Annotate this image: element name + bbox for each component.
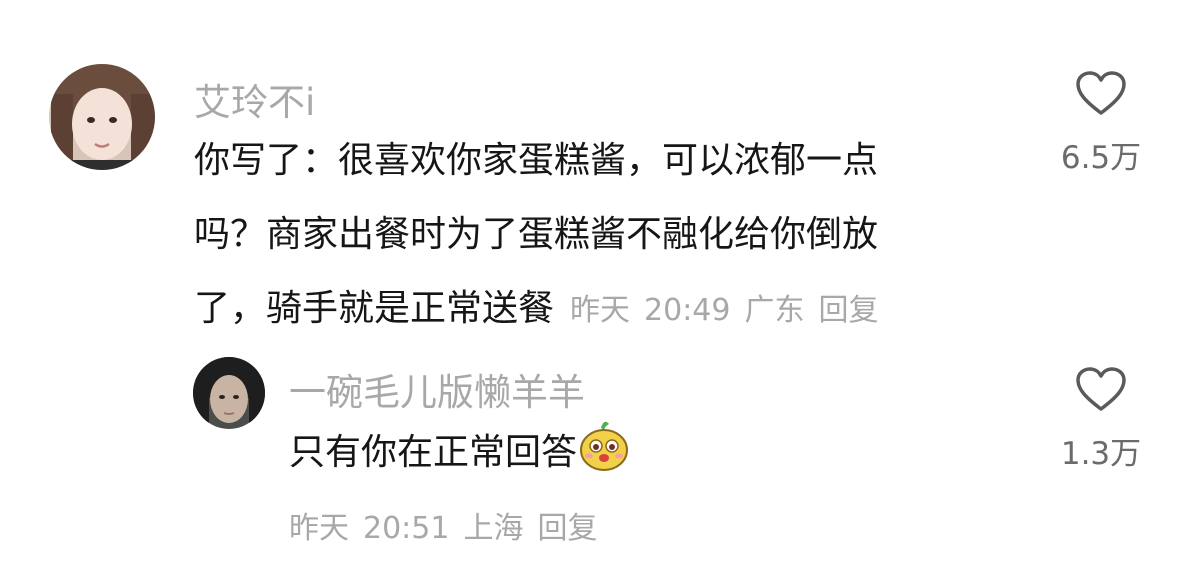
like-count: 1.3万 [1060, 436, 1142, 472]
comment-text: 你写了：很喜欢你家蛋糕酱，可以浓郁一点 吗？商家出餐时为了蛋糕酱不融化给你倒放 … [194, 124, 892, 348]
reply-link[interactable]: 回复 [537, 511, 597, 546]
comment-date: 昨天 [570, 293, 631, 328]
reply-location: 上海 [463, 511, 524, 546]
reply-text: 只有你在正常回答 [289, 432, 578, 473]
comment-meta: 昨天 20:49 广东 回复 [570, 293, 892, 328]
reply-meta: 昨天 20:51 上海 回复 [289, 503, 611, 547]
comment-line: 了，骑手就是正常送餐 [194, 288, 555, 329]
heart-outline-icon[interactable] [1075, 70, 1127, 116]
avatar[interactable] [193, 357, 265, 429]
username[interactable]: 一碗毛儿版懒羊羊 [289, 362, 585, 416]
comment-line-with-meta: 了，骑手就是正常送餐 昨天 20:49 广东 回复 [194, 272, 892, 348]
comment-time: 20:49 [644, 293, 731, 328]
like-group: 1.3万 [1041, 366, 1161, 473]
comment-line: 你写了：很喜欢你家蛋糕酱，可以浓郁一点 [194, 140, 879, 181]
username[interactable]: 艾玲不i [194, 72, 315, 126]
like-count: 6.5万 [1060, 140, 1142, 176]
comment-location: 广东 [744, 293, 805, 328]
sticker-icon [579, 418, 629, 498]
comment-line: 吗？商家出餐时为了蛋糕酱不融化给你倒放 [194, 214, 879, 255]
heart-outline-icon[interactable] [1075, 366, 1127, 412]
reply-time: 20:51 [363, 511, 450, 546]
reply-date: 昨天 [289, 511, 349, 546]
like-group: 6.5万 [1041, 70, 1161, 177]
avatar[interactable] [49, 64, 155, 170]
reply-link[interactable]: 回复 [818, 293, 878, 328]
reply-text-row: 只有你在正常回答 [289, 416, 629, 498]
